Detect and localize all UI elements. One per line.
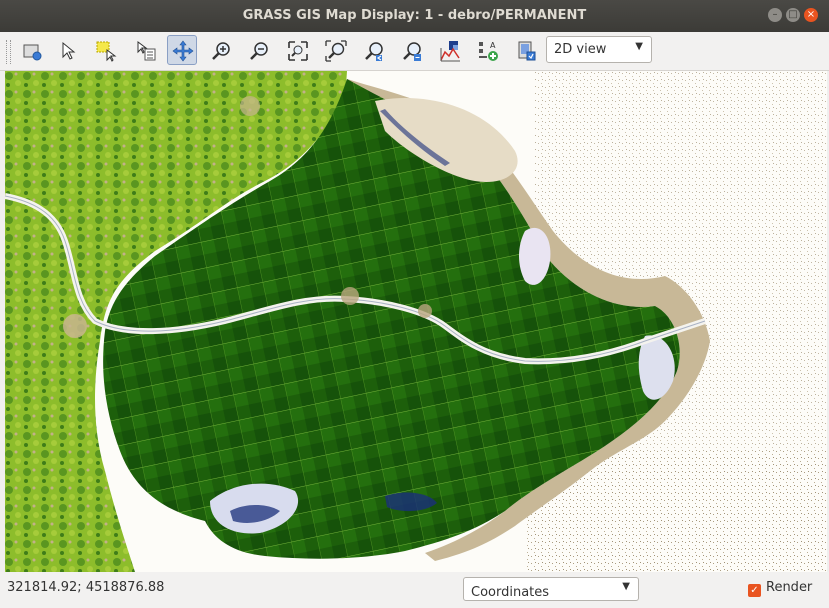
query-icon: [137, 41, 156, 61]
coordinates-readout: 321814.92; 4518876.88: [7, 580, 165, 595]
town-patch: [63, 314, 87, 338]
view-mode-select[interactable]: 2D view ▼: [546, 36, 652, 63]
title-bar: GRASS GIS Map Display: 1 - debro/PERMANE…: [0, 0, 829, 32]
save-image-button[interactable]: [510, 35, 540, 65]
zoom-out-icon: [250, 42, 268, 60]
select-icon: [96, 41, 117, 62]
status-bar: 321814.92; 4518876.88 Coordinates ▼ ✓ Ren…: [0, 572, 829, 608]
toolbar-grip[interactable]: [6, 40, 11, 64]
render-toggle[interactable]: ✓ Render: [748, 580, 812, 597]
zoom-in-icon: [212, 42, 230, 60]
analyze-button[interactable]: [434, 35, 464, 65]
window-title: GRASS GIS Map Display: 1 - debro/PERMANE…: [242, 8, 587, 23]
select-button[interactable]: [90, 35, 120, 65]
analyze-icon: [440, 41, 460, 62]
render-label: Render: [766, 580, 813, 595]
town-patch: [240, 96, 260, 116]
zoom-back-icon: [325, 40, 347, 62]
map-canvas[interactable]: [5, 71, 827, 572]
town-patch: [341, 287, 359, 305]
pointer-icon: [62, 41, 76, 60]
minimize-button[interactable]: –: [768, 8, 782, 22]
overlay-button[interactable]: A: [472, 35, 502, 65]
zoom-out-button[interactable]: [243, 35, 273, 65]
pointer-button[interactable]: [53, 35, 83, 65]
pan-icon: [172, 40, 194, 62]
map-toolbar: A 2D view ▼: [0, 32, 829, 71]
zoom-in-button[interactable]: [205, 35, 235, 65]
zoom-extent-icon: [288, 41, 308, 61]
zoom-options-button[interactable]: [358, 35, 388, 65]
chevron-down-icon: ▼: [622, 581, 630, 592]
town-patch: [418, 304, 432, 318]
zoom-options-icon: [365, 42, 383, 61]
close-button[interactable]: ×: [804, 8, 818, 22]
statusbar-mode-value: Coordinates: [471, 585, 550, 600]
chevron-down-icon: ▼: [635, 41, 643, 52]
statusbar-mode-select[interactable]: Coordinates ▼: [463, 577, 639, 601]
zoom-extent-button[interactable]: [282, 35, 312, 65]
overlay-icon: A: [479, 41, 498, 61]
raster-map: [5, 71, 827, 572]
view-mode-value: 2D view: [554, 42, 607, 57]
display-map-button[interactable]: [16, 35, 46, 65]
save-image-icon: [518, 41, 536, 61]
render-checkbox[interactable]: ✓: [748, 584, 761, 597]
zoom-menu-icon: [403, 42, 421, 61]
zoom-menu-button[interactable]: [396, 35, 426, 65]
maximize-button[interactable]: □: [786, 8, 800, 22]
zoom-back-button[interactable]: [320, 35, 350, 65]
svg-text:A: A: [490, 41, 496, 50]
pan-button[interactable]: [167, 35, 197, 65]
query-button[interactable]: [130, 35, 160, 65]
display-map-icon: [23, 44, 42, 61]
